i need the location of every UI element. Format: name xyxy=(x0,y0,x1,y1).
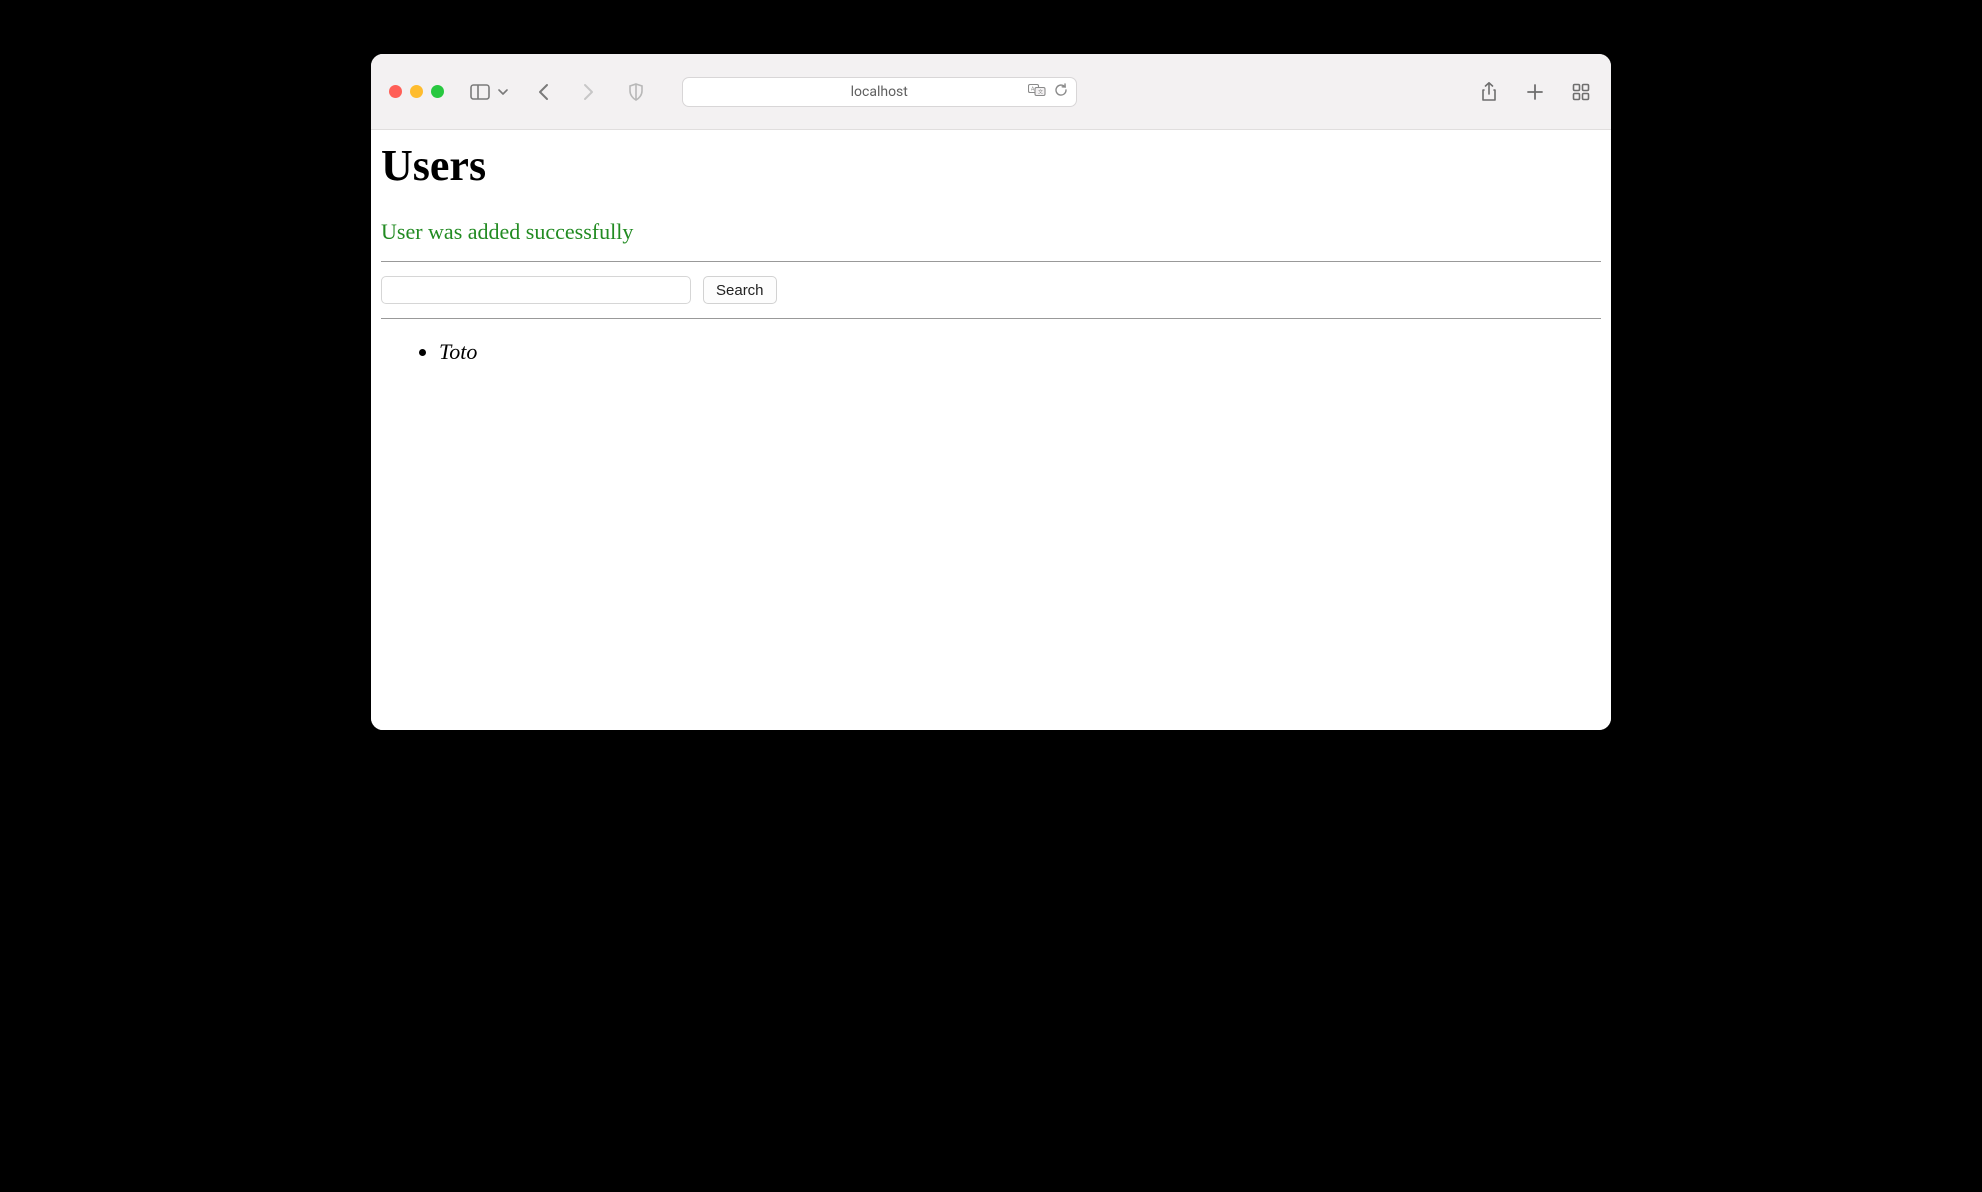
back-button[interactable] xyxy=(532,80,556,104)
user-list: Toto xyxy=(381,339,1601,365)
svg-text:文: 文 xyxy=(1038,89,1043,96)
list-item: Toto xyxy=(439,339,1601,365)
page-title: Users xyxy=(381,140,1601,191)
search-input[interactable] xyxy=(381,276,691,304)
address-text: localhost xyxy=(693,84,1066,100)
forward-button[interactable] xyxy=(576,80,600,104)
minimize-window-button[interactable] xyxy=(410,85,423,98)
browser-toolbar: localhost A 文 xyxy=(371,54,1611,130)
page-content: Users User was added successfully Search… xyxy=(371,130,1611,730)
chevron-down-icon[interactable] xyxy=(496,80,510,104)
search-form: Search xyxy=(381,276,1601,304)
address-bar[interactable]: localhost A 文 xyxy=(682,77,1077,107)
translate-icon[interactable]: A 文 xyxy=(1028,82,1046,101)
close-window-button[interactable] xyxy=(389,85,402,98)
reload-icon[interactable] xyxy=(1054,82,1068,101)
window-controls xyxy=(389,85,444,98)
share-icon[interactable] xyxy=(1477,80,1501,104)
shield-icon[interactable] xyxy=(624,80,648,104)
browser-window: localhost A 文 xyxy=(371,54,1611,730)
search-button[interactable]: Search xyxy=(703,276,777,304)
sidebar-toggle-icon[interactable] xyxy=(468,80,492,104)
divider xyxy=(381,261,1601,262)
divider xyxy=(381,318,1601,319)
svg-text:A: A xyxy=(1031,87,1035,93)
new-tab-icon[interactable] xyxy=(1523,80,1547,104)
tabs-overview-icon[interactable] xyxy=(1569,80,1593,104)
maximize-window-button[interactable] xyxy=(431,85,444,98)
success-message: User was added successfully xyxy=(381,219,1601,245)
